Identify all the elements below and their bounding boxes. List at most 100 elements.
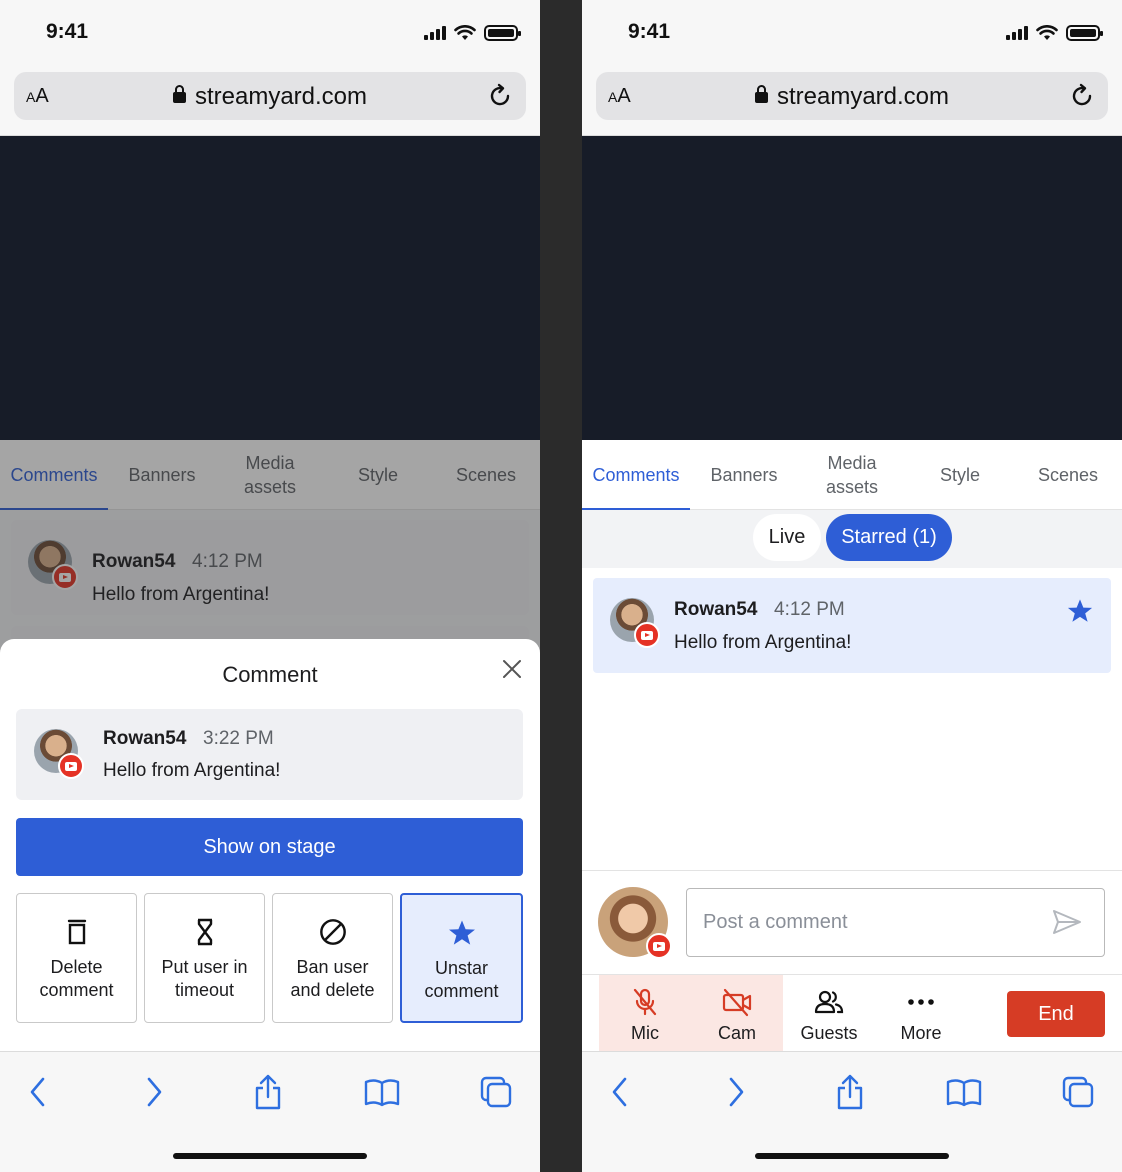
lock-icon <box>172 85 186 103</box>
cellular-signal-icon <box>1006 26 1028 40</box>
home-indicator <box>173 1153 367 1159</box>
star-icon <box>448 920 475 945</box>
more-icon <box>908 999 934 1005</box>
comment-actions: Delete comment Put user in timeout Ban use… <box>16 893 523 1023</box>
tabs-button[interactable] <box>1058 1072 1098 1112</box>
youtube-icon <box>58 753 84 779</box>
filter-starred-button[interactable]: Starred (1) <box>826 514 952 561</box>
starred-comments-list: Rowan54 4:12 PM Hello from Argentina! <box>582 568 1122 870</box>
browser-url-area: AA streamyard.com <box>582 62 1122 136</box>
back-button[interactable] <box>600 1072 640 1112</box>
more-button[interactable]: More <box>875 975 967 1052</box>
status-bar: 9:41 <box>0 0 540 62</box>
book-icon <box>364 1079 400 1107</box>
comment-author: Rowan54 <box>674 599 758 620</box>
share-button[interactable] <box>248 1072 288 1112</box>
share-button[interactable] <box>830 1072 870 1112</box>
url-text: streamyard.com <box>776 83 950 110</box>
tabs-icon <box>1062 1076 1094 1108</box>
avatar <box>610 598 660 648</box>
reload-icon[interactable] <box>486 82 514 110</box>
mic-toggle-button[interactable]: Mic <box>599 975 691 1052</box>
comment-composer: Post a comment <box>582 870 1122 974</box>
status-bar: 9:41 <box>582 0 1122 62</box>
browser-toolbar <box>582 1051 1122 1172</box>
avatar <box>34 729 84 779</box>
tabs-button[interactable] <box>476 1072 516 1112</box>
star-icon[interactable] <box>1067 598 1093 624</box>
filter-live-button[interactable]: Live <box>753 514 821 561</box>
sheet-title: Comment <box>222 662 318 687</box>
comment-time: 4:12 PM <box>774 599 845 620</box>
tab-style[interactable]: Style <box>906 440 1014 510</box>
comment-card[interactable]: Rowan54 4:12 PM Hello from Argentina! <box>593 578 1111 673</box>
forward-button[interactable] <box>716 1072 756 1112</box>
url-text: streamyard.com <box>194 83 368 110</box>
bookmarks-button[interactable] <box>362 1072 402 1112</box>
hourglass-icon <box>197 918 212 946</box>
share-icon <box>255 1074 281 1110</box>
status-time: 9:41 <box>628 20 671 43</box>
lock-icon <box>754 85 768 103</box>
chevron-left-icon <box>612 1077 627 1107</box>
my-avatar <box>598 887 672 959</box>
send-icon[interactable] <box>1052 909 1082 935</box>
tab-media-assets[interactable]: Media assets <box>798 440 906 510</box>
forward-button[interactable] <box>134 1072 174 1112</box>
phone-left: 9:41 AA streamyard.com Comments Banners … <box>0 0 540 1172</box>
comment-author: Rowan54 <box>103 728 187 749</box>
wifi-icon <box>454 25 476 40</box>
home-indicator <box>755 1153 949 1159</box>
status-icons <box>424 25 521 41</box>
delete-comment-button[interactable]: Delete comment <box>16 893 137 1023</box>
wifi-icon <box>1036 25 1058 40</box>
browser-url-area: AA streamyard.com <box>0 62 540 136</box>
camera-off-icon <box>722 988 752 1017</box>
chevron-right-icon <box>147 1077 162 1107</box>
broadcast-stage <box>582 136 1122 440</box>
ban-user-button[interactable]: Ban user and delete <box>272 893 393 1023</box>
tabs-icon <box>480 1076 512 1108</box>
tab-comments[interactable]: Comments <box>582 440 690 511</box>
guests-icon <box>814 990 844 1014</box>
comment-time: 3:22 PM <box>203 728 274 749</box>
guests-button[interactable]: Guests <box>783 975 875 1052</box>
tab-scenes[interactable]: Scenes <box>1014 440 1122 510</box>
timeout-user-button[interactable]: Put user in timeout <box>144 893 265 1023</box>
browser-toolbar <box>0 1051 540 1172</box>
end-broadcast-button[interactable]: End <box>1007 991 1105 1037</box>
youtube-icon <box>646 933 672 959</box>
comment-text: Hello from Argentina! <box>103 760 281 781</box>
back-button[interactable] <box>18 1072 58 1112</box>
comment-filter: Live Starred (1) <box>582 510 1122 568</box>
status-icons <box>1006 25 1103 41</box>
phone-right: 9:41 AA streamyard.com Comments Banners … <box>582 0 1122 1172</box>
share-icon <box>837 1074 863 1110</box>
comment-text: Hello from Argentina! <box>674 632 852 653</box>
battery-icon <box>484 25 521 41</box>
tab-banners[interactable]: Banners <box>690 440 798 510</box>
broadcast-stage <box>0 136 540 440</box>
selected-comment-card: Rowan54 3:22 PM Hello from Argentina! <box>16 709 523 800</box>
url-display: streamyard.com <box>14 83 526 111</box>
close-icon[interactable] <box>500 657 524 681</box>
cellular-signal-icon <box>424 26 446 40</box>
chevron-right-icon <box>729 1077 744 1107</box>
bookmarks-button[interactable] <box>944 1072 984 1112</box>
ban-icon <box>319 919 346 945</box>
youtube-icon <box>634 622 660 648</box>
chevron-left-icon <box>30 1077 45 1107</box>
show-on-stage-button[interactable]: Show on stage <box>16 818 523 876</box>
studio-controls: Mic Cam Guests More End <box>582 974 1122 1052</box>
status-time: 9:41 <box>46 20 89 43</box>
address-bar[interactable]: AA streamyard.com <box>14 72 526 120</box>
reload-icon[interactable] <box>1068 82 1096 110</box>
trash-icon <box>67 919 86 945</box>
divider-strip <box>540 0 582 1172</box>
battery-icon <box>1066 25 1103 41</box>
mic-off-icon <box>633 988 657 1016</box>
address-bar[interactable]: AA streamyard.com <box>596 72 1108 120</box>
cam-toggle-button[interactable]: Cam <box>691 975 783 1052</box>
unstar-comment-button[interactable]: Unstar comment <box>400 893 523 1023</box>
post-comment-input[interactable]: Post a comment <box>686 888 1105 957</box>
